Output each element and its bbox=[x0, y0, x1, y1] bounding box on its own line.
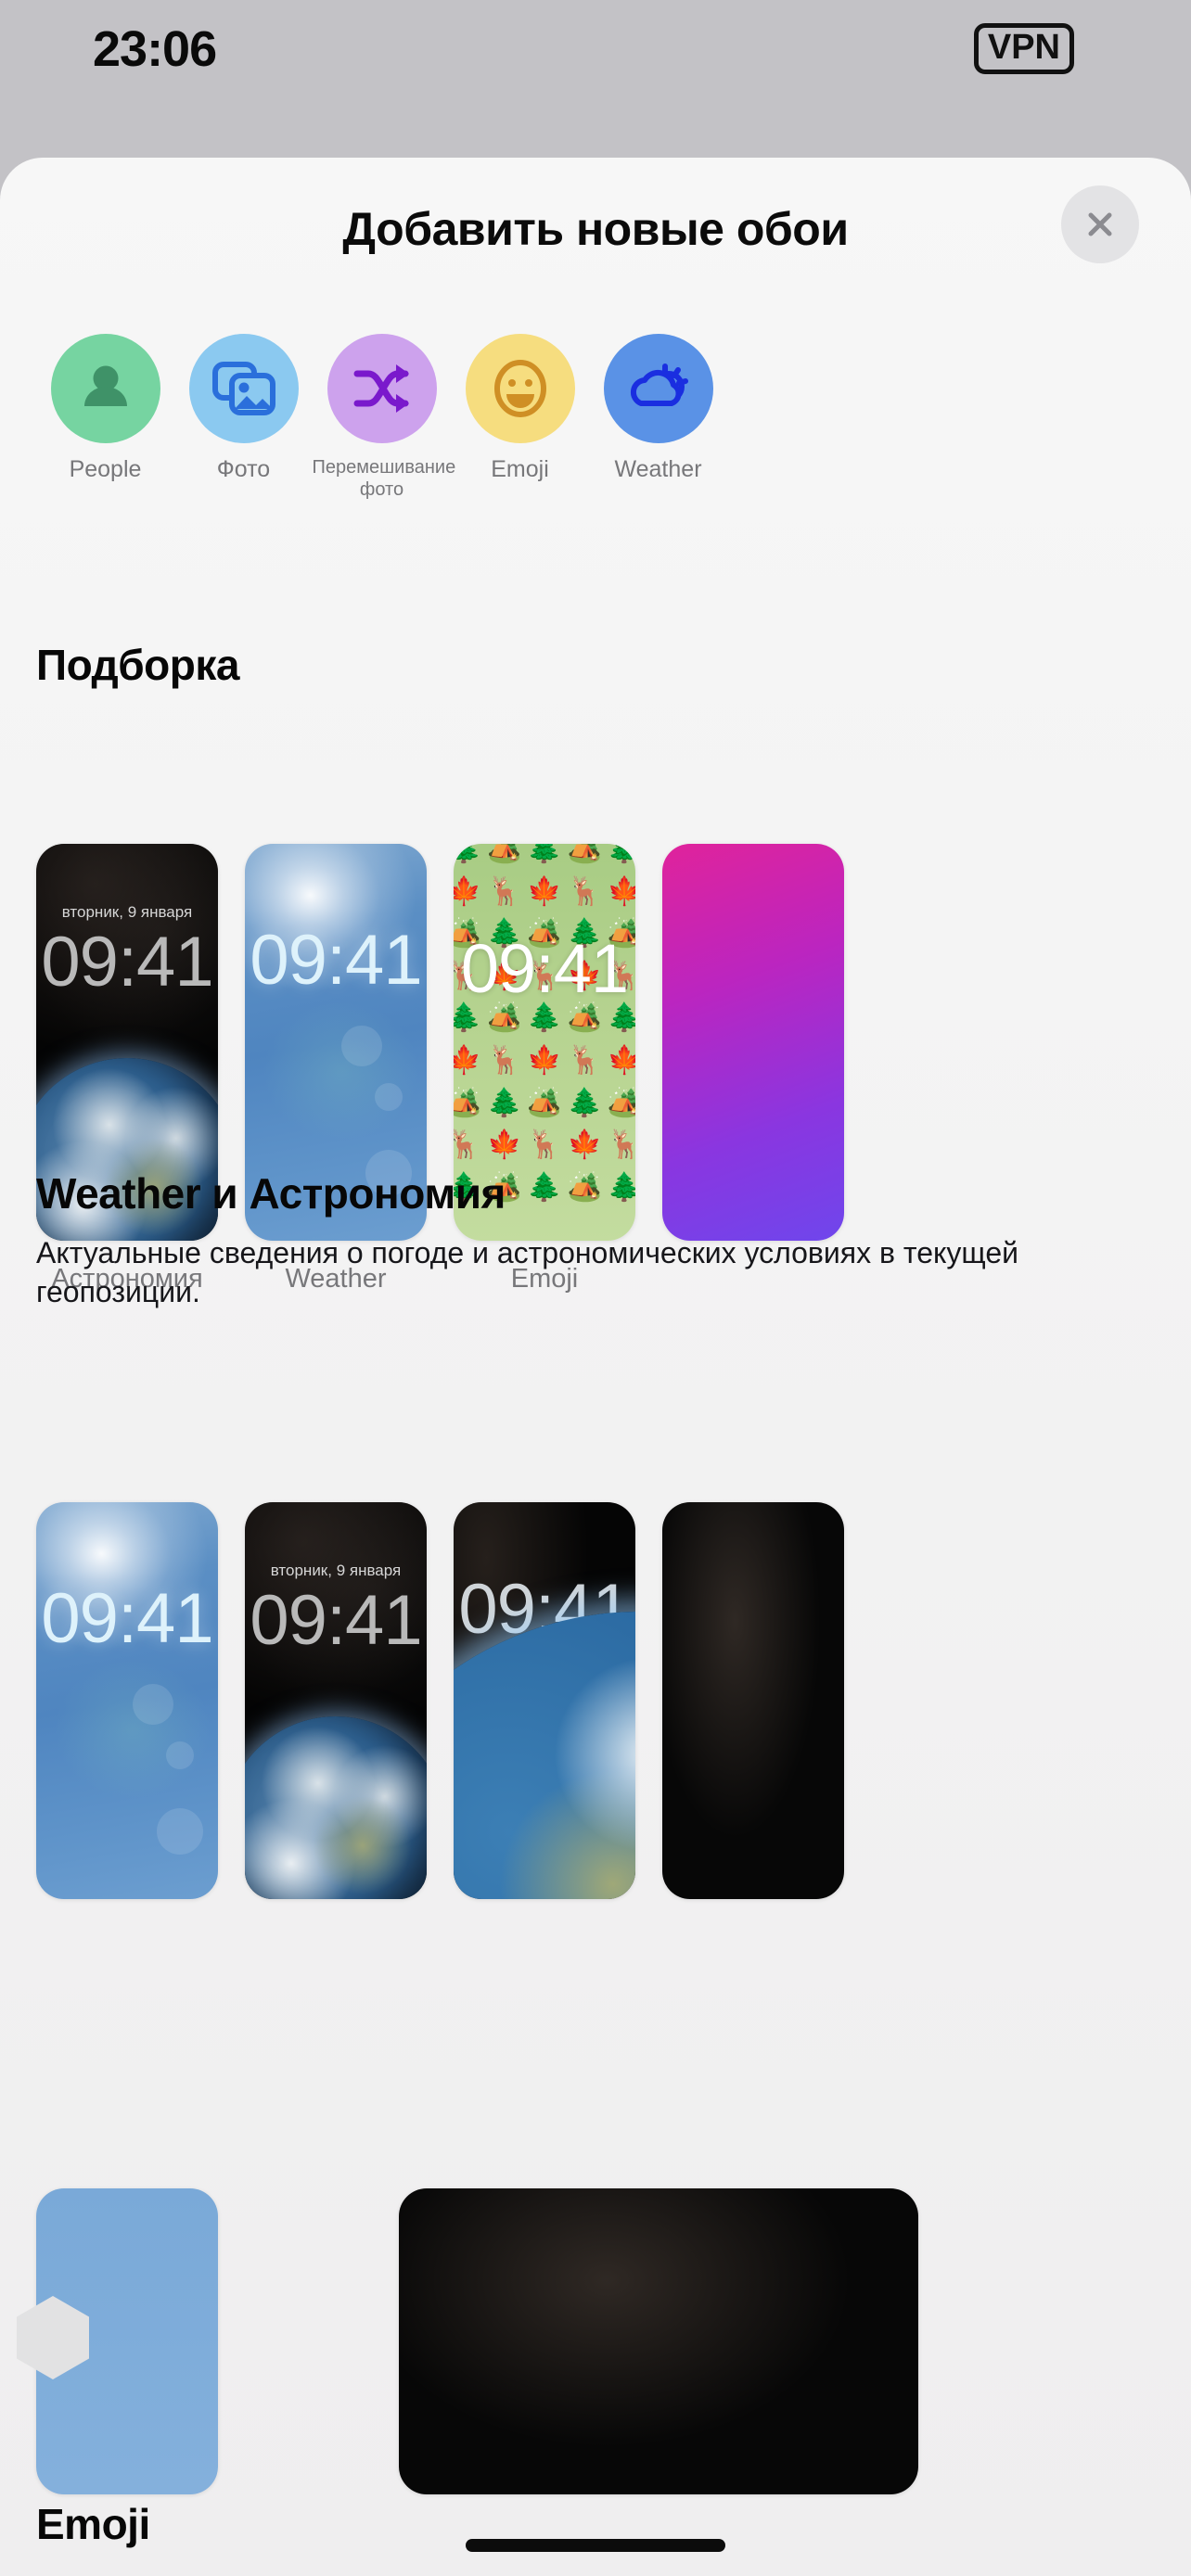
wallpaper-thumb-astronomy-2[interactable]: вторник, 9 января 09:41 bbox=[245, 1502, 427, 1899]
wallpaper-thumb-dark-partial[interactable] bbox=[399, 2188, 918, 2494]
emoji-glyph: 🌲 bbox=[607, 1171, 635, 1203]
bokeh-circle bbox=[341, 1026, 382, 1066]
wallpaper-thumb-weather-2[interactable]: 09:41 bbox=[36, 1502, 218, 1899]
page-title: Добавить новые обои bbox=[342, 203, 849, 255]
home-indicator[interactable] bbox=[466, 2539, 725, 2552]
stars-preview bbox=[399, 2188, 918, 2494]
emoji-glyph: 🏕️ bbox=[567, 1171, 602, 1203]
emoji-glyph: 🦌 bbox=[487, 1044, 522, 1076]
preview-clock: 09:41 bbox=[41, 1579, 213, 1658]
preview-clock: 09:41 bbox=[250, 1581, 422, 1660]
emoji-glyph: 🦌 bbox=[487, 875, 522, 907]
sheet-header: Добавить новые обои bbox=[0, 158, 1191, 311]
close-button[interactable] bbox=[1061, 185, 1139, 263]
stars-preview bbox=[662, 1502, 844, 1899]
emoji-glyph: 🍁 bbox=[527, 1044, 562, 1076]
wallpaper-thumb-earth[interactable]: 09:41 bbox=[454, 1502, 635, 1899]
category-item-people[interactable]: People bbox=[36, 334, 174, 538]
category-label: People bbox=[69, 456, 142, 482]
emoji-glyph: 🏕️ bbox=[487, 844, 522, 864]
wallpaper-thumb-gradient[interactable] bbox=[662, 844, 844, 1241]
emoji-glyph: 🏕️ bbox=[607, 1087, 635, 1118]
emoji-glyph: 🦌 bbox=[454, 1129, 482, 1161]
bokeh-circle bbox=[375, 1083, 403, 1111]
emoji-glyph: 🦌 bbox=[567, 875, 602, 907]
emoji-glyph: 🌲 bbox=[527, 1171, 562, 1203]
shuffle-icon bbox=[327, 334, 437, 443]
category-label: Фото bbox=[216, 456, 271, 482]
category-item-weather[interactable]: Weather bbox=[589, 334, 727, 538]
bokeh-circle bbox=[157, 1808, 203, 1855]
emoji-glyph: 🍁 bbox=[454, 875, 482, 907]
preview-date: вторник, 9 января bbox=[270, 1562, 402, 1579]
emoji-glyph: 🍁 bbox=[567, 1129, 602, 1161]
emoji-glyph: 🍁 bbox=[607, 1044, 635, 1076]
emoji-glyph: 🌲 bbox=[487, 1087, 522, 1118]
preview-clock: 09:41 bbox=[41, 923, 213, 1001]
wallpaper-thumb-stars[interactable] bbox=[662, 1502, 844, 1899]
category-item-photo-shuffle[interactable]: Перемешивание фото bbox=[312, 334, 456, 538]
photos-icon bbox=[188, 334, 299, 443]
emoji-glyph: 🏕️ bbox=[527, 1087, 562, 1118]
emoji-glyph: 🌲 bbox=[567, 1087, 602, 1118]
section-description: Актуальные сведения о погоде и астрономи… bbox=[36, 1236, 1018, 1309]
smiley-icon bbox=[465, 334, 575, 443]
emoji-glyph: 🏕️ bbox=[567, 844, 602, 864]
category-label: Перемешивание фото bbox=[312, 457, 456, 500]
vpn-status-icon: VPN bbox=[973, 23, 1074, 75]
gradient-preview bbox=[662, 844, 844, 1241]
category-label: Weather bbox=[614, 456, 702, 482]
astronomy-preview: вторник, 9 января 09:41 bbox=[245, 1502, 427, 1899]
emoji-glyph: 🍁 bbox=[527, 875, 562, 907]
lens-flare bbox=[258, 997, 425, 1145]
weather-icon bbox=[603, 334, 713, 443]
lens-flare bbox=[49, 1655, 216, 1804]
emoji-glyph: 🦌 bbox=[567, 1044, 602, 1076]
preview-date: вторник, 9 января bbox=[61, 903, 193, 921]
preview-clock: 09:41 bbox=[460, 930, 629, 1007]
earth-horizon-icon bbox=[454, 1612, 635, 1899]
section-title-weather-astronomy: Weather и Астрономия bbox=[36, 1169, 506, 1218]
category-scroller[interactable]: People Фото Перемешивание фото Emoji Wea… bbox=[0, 334, 1191, 538]
bokeh-circle bbox=[166, 1741, 194, 1769]
emoji-glyph: 🦌 bbox=[607, 1129, 635, 1161]
emoji-glyph: 🍁 bbox=[487, 1129, 522, 1161]
section-title-emoji: Emoji bbox=[36, 2500, 150, 2548]
status-bar: 23:06 VPN bbox=[0, 0, 1191, 158]
earth-globe-icon bbox=[245, 1716, 427, 1899]
weather-preview: 09:41 bbox=[36, 1502, 218, 1899]
earth-preview: 09:41 bbox=[454, 1502, 635, 1899]
emoji-glyph: 🌲 bbox=[607, 844, 635, 864]
person-icon bbox=[50, 334, 160, 443]
category-label: Emoji bbox=[491, 456, 549, 482]
close-icon bbox=[1080, 204, 1121, 245]
status-bar-time: 23:06 bbox=[93, 21, 217, 77]
emoji-glyph: 🌲 bbox=[454, 844, 482, 864]
emoji-glyph: 🍁 bbox=[454, 1044, 482, 1076]
emoji-glyph: 🌲 bbox=[527, 844, 562, 864]
add-wallpaper-sheet: Добавить новые обои People Фото Перемеши… bbox=[0, 158, 1191, 2576]
emoji-glyph: 🏕️ bbox=[454, 1087, 482, 1118]
section-title-featured: Подборка bbox=[36, 641, 239, 689]
bokeh-circle bbox=[133, 1684, 173, 1725]
preview-clock: 09:41 bbox=[250, 921, 422, 1000]
category-item-emoji[interactable]: Emoji bbox=[451, 334, 589, 538]
emoji-glyph: 🍁 bbox=[607, 875, 635, 907]
category-item-photos[interactable]: Фото bbox=[174, 334, 313, 538]
emoji-glyph: 🦌 bbox=[527, 1129, 562, 1161]
